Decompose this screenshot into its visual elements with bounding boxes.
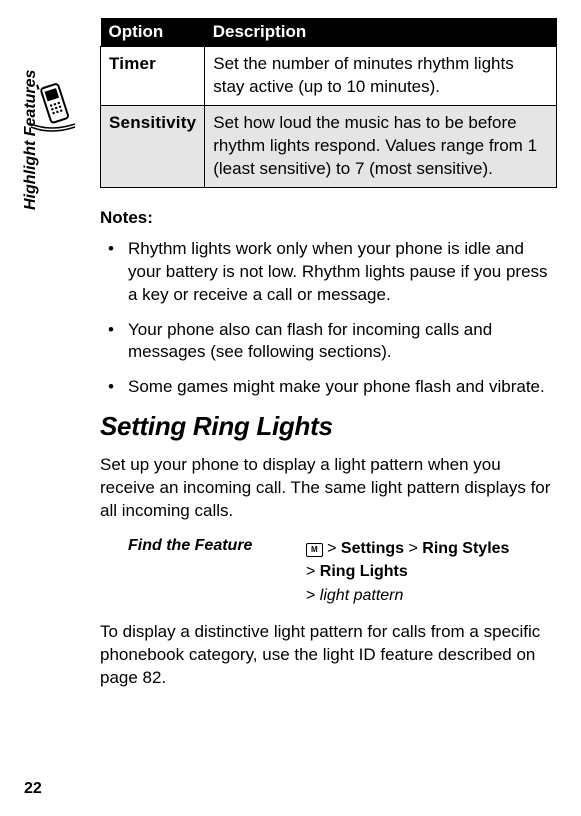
option-description: Set the number of minutes rhythm lights …	[205, 47, 557, 106]
options-table: Option Description Timer Set the number …	[100, 18, 557, 188]
notes-heading: Notes:	[100, 208, 557, 228]
menu-key-icon: M	[306, 543, 323, 557]
find-feature-path: M > Settings > Ring Styles > Ring Lights…	[306, 537, 509, 607]
path-sep: >	[409, 540, 418, 557]
option-label: Timer	[101, 47, 205, 106]
option-label: Sensitivity	[101, 105, 205, 187]
path-ring-lights: Ring Lights	[320, 563, 408, 580]
list-item: Your phone also can flash for incoming c…	[100, 319, 557, 365]
list-item: Some games might make your phone flash a…	[100, 376, 557, 399]
option-description: Set how loud the music has to be before …	[205, 105, 557, 187]
list-item: Rhythm lights work only when your phone …	[100, 238, 557, 307]
phone-icon	[24, 78, 82, 138]
notes-list: Rhythm lights work only when your phone …	[100, 238, 557, 400]
find-the-feature: Find the Feature M > Settings > Ring Sty…	[100, 537, 557, 607]
closing-paragraph: To display a distinctive light pattern f…	[100, 621, 557, 690]
th-option: Option	[101, 18, 205, 47]
path-ring-styles: Ring Styles	[422, 540, 509, 557]
path-sep: >	[306, 587, 315, 604]
find-feature-label: Find the Feature	[100, 537, 306, 555]
table-row: Sensitivity Set how loud the music has t…	[101, 105, 557, 187]
path-settings: Settings	[341, 540, 404, 557]
section-heading: Setting Ring Lights	[100, 411, 557, 442]
th-description: Description	[205, 18, 557, 47]
path-sep: >	[327, 540, 336, 557]
page-number: 22	[24, 780, 42, 798]
path-sep: >	[306, 563, 315, 580]
path-light-pattern: light pattern	[320, 587, 404, 604]
intro-paragraph: Set up your phone to display a light pat…	[100, 454, 557, 523]
table-row: Timer Set the number of minutes rhythm l…	[101, 47, 557, 106]
